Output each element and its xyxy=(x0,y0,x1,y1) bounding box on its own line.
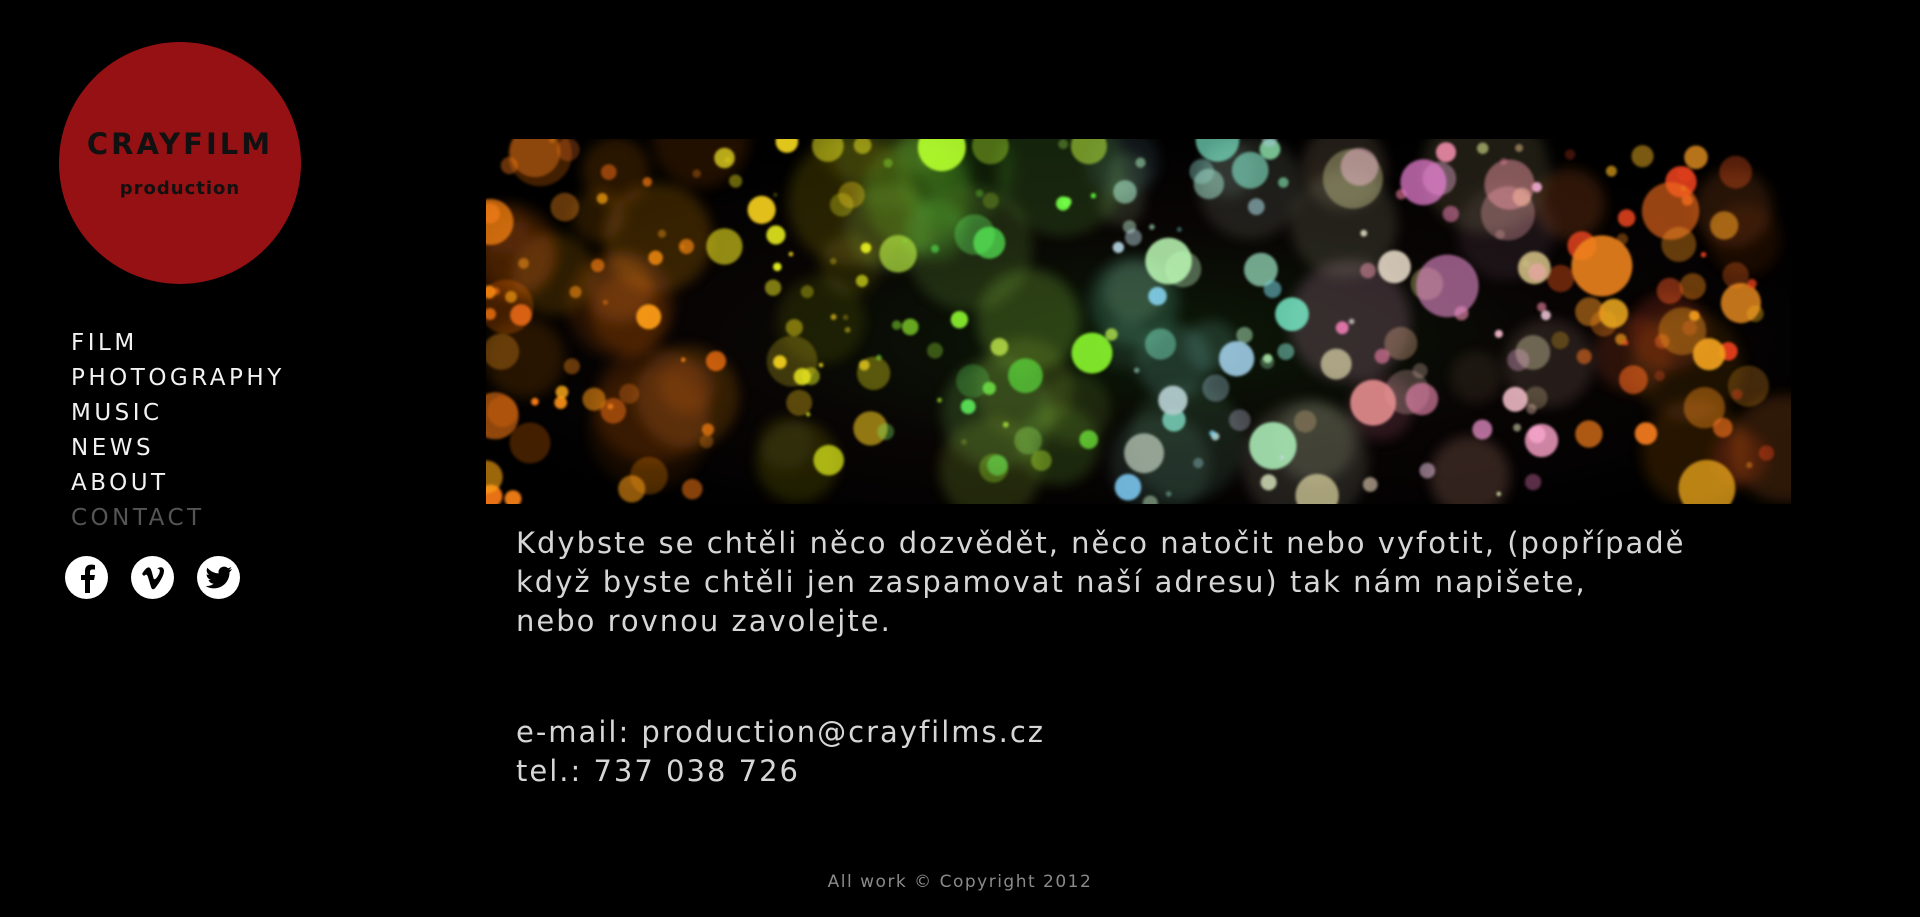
nav-item-film[interactable]: FILM xyxy=(71,326,285,361)
main-nav: FILM PHOTOGRAPHY MUSIC NEWS ABOUT CONTAC… xyxy=(71,326,285,536)
contact-content: Kdybste se chtěli něco dozvědět, něco na… xyxy=(516,524,1776,791)
nav-item-contact[interactable]: CONTACT xyxy=(71,501,285,536)
logo-title: CRAYFILM xyxy=(86,127,274,161)
vimeo-icon[interactable] xyxy=(131,556,174,599)
contact-details: e-mail: production@crayfilms.cz tel.: 73… xyxy=(516,713,1776,791)
contact-email[interactable]: e-mail: production@crayfilms.cz xyxy=(516,713,1776,752)
facebook-icon[interactable] xyxy=(65,556,108,599)
logo-subtitle: production xyxy=(119,178,241,199)
nav-item-photography[interactable]: PHOTOGRAPHY xyxy=(71,361,285,396)
nav-item-music[interactable]: MUSIC xyxy=(71,396,285,431)
social-links xyxy=(65,556,240,599)
crayfilm-logo[interactable]: CRAYFILM production xyxy=(59,42,301,284)
nav-item-news[interactable]: NEWS xyxy=(71,431,285,466)
banner-image xyxy=(486,139,1791,504)
bokeh-lights-image xyxy=(486,139,1791,504)
twitter-icon[interactable] xyxy=(197,556,240,599)
contact-phone[interactable]: tel.: 737 038 726 xyxy=(516,752,1776,791)
footer-copyright: All work © Copyright 2012 xyxy=(827,872,1093,892)
contact-intro-text: Kdybste se chtěli něco dozvědět, něco na… xyxy=(516,526,1686,638)
nav-item-about[interactable]: ABOUT xyxy=(71,466,285,501)
